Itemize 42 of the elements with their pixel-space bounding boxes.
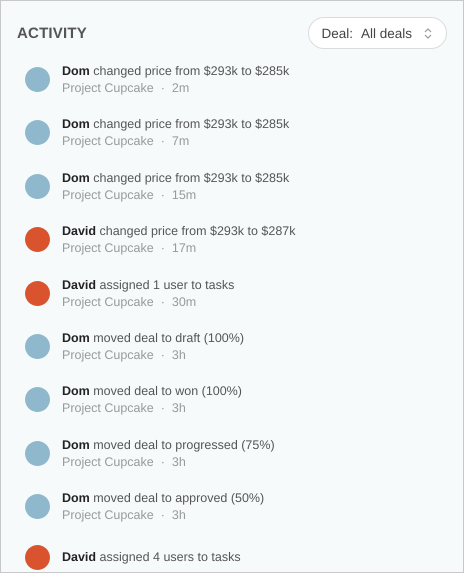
time-ago: 3h [172, 401, 186, 416]
separator: · [160, 508, 165, 522]
time-ago: 15m [172, 188, 196, 202]
deal-filter-dropdown[interactable]: Deal: All deals [308, 17, 447, 49]
filter-value: All deals [360, 26, 412, 40]
activity-text: David changed price from $293k to $287k [62, 224, 296, 238]
time-ago: 30m [172, 294, 196, 309]
separator: · [160, 241, 165, 256]
project-name: Project Cupcake [62, 508, 154, 522]
activity-text: David assigned 4 users to tasks [62, 550, 241, 564]
time-ago: 2m [172, 81, 190, 95]
project-name: Project Cupcake [62, 454, 154, 469]
activity-text: Dom changed price from $293k to $285k [62, 64, 290, 78]
time-ago: 3h [172, 454, 186, 469]
separator: · [160, 188, 165, 202]
project-name: Project Cupcake [62, 188, 154, 202]
project-name: Project Cupcake [62, 401, 154, 416]
activity-text: Dom moved deal to progressed (75%) [62, 438, 275, 452]
activity-text: Dom changed price from $293k to $285k [62, 170, 290, 185]
section-title: ACTIVITY [17, 24, 87, 42]
separator: · [160, 81, 165, 95]
sort-chevrons-icon [424, 26, 432, 40]
separator: · [160, 294, 165, 309]
project-name: Project Cupcake [62, 134, 154, 148]
activity-text: Dom moved deal to approved (50%) [62, 491, 264, 506]
separator: · [160, 348, 165, 362]
activity-text: Dom moved deal to draft (100%) [62, 330, 244, 345]
separator: · [160, 134, 165, 148]
filter-label: Deal: [321, 26, 353, 40]
time-ago: 7m [172, 134, 190, 148]
time-ago: 3h [172, 508, 186, 522]
activity-text: David assigned 1 user to tasks [62, 278, 234, 292]
project-name: Project Cupcake [62, 348, 154, 362]
time-ago: 3h [172, 348, 186, 362]
activity-text: Dom moved deal to won (100%) [62, 384, 242, 398]
project-name: Project Cupcake [62, 81, 154, 95]
project-name: Project Cupcake [62, 241, 154, 256]
time-ago: 17m [172, 241, 196, 256]
separator: · [160, 454, 165, 469]
project-name: Project Cupcake [62, 294, 154, 309]
activity-text: Dom changed price from $293k to $285k [62, 117, 290, 132]
separator: · [160, 401, 165, 416]
